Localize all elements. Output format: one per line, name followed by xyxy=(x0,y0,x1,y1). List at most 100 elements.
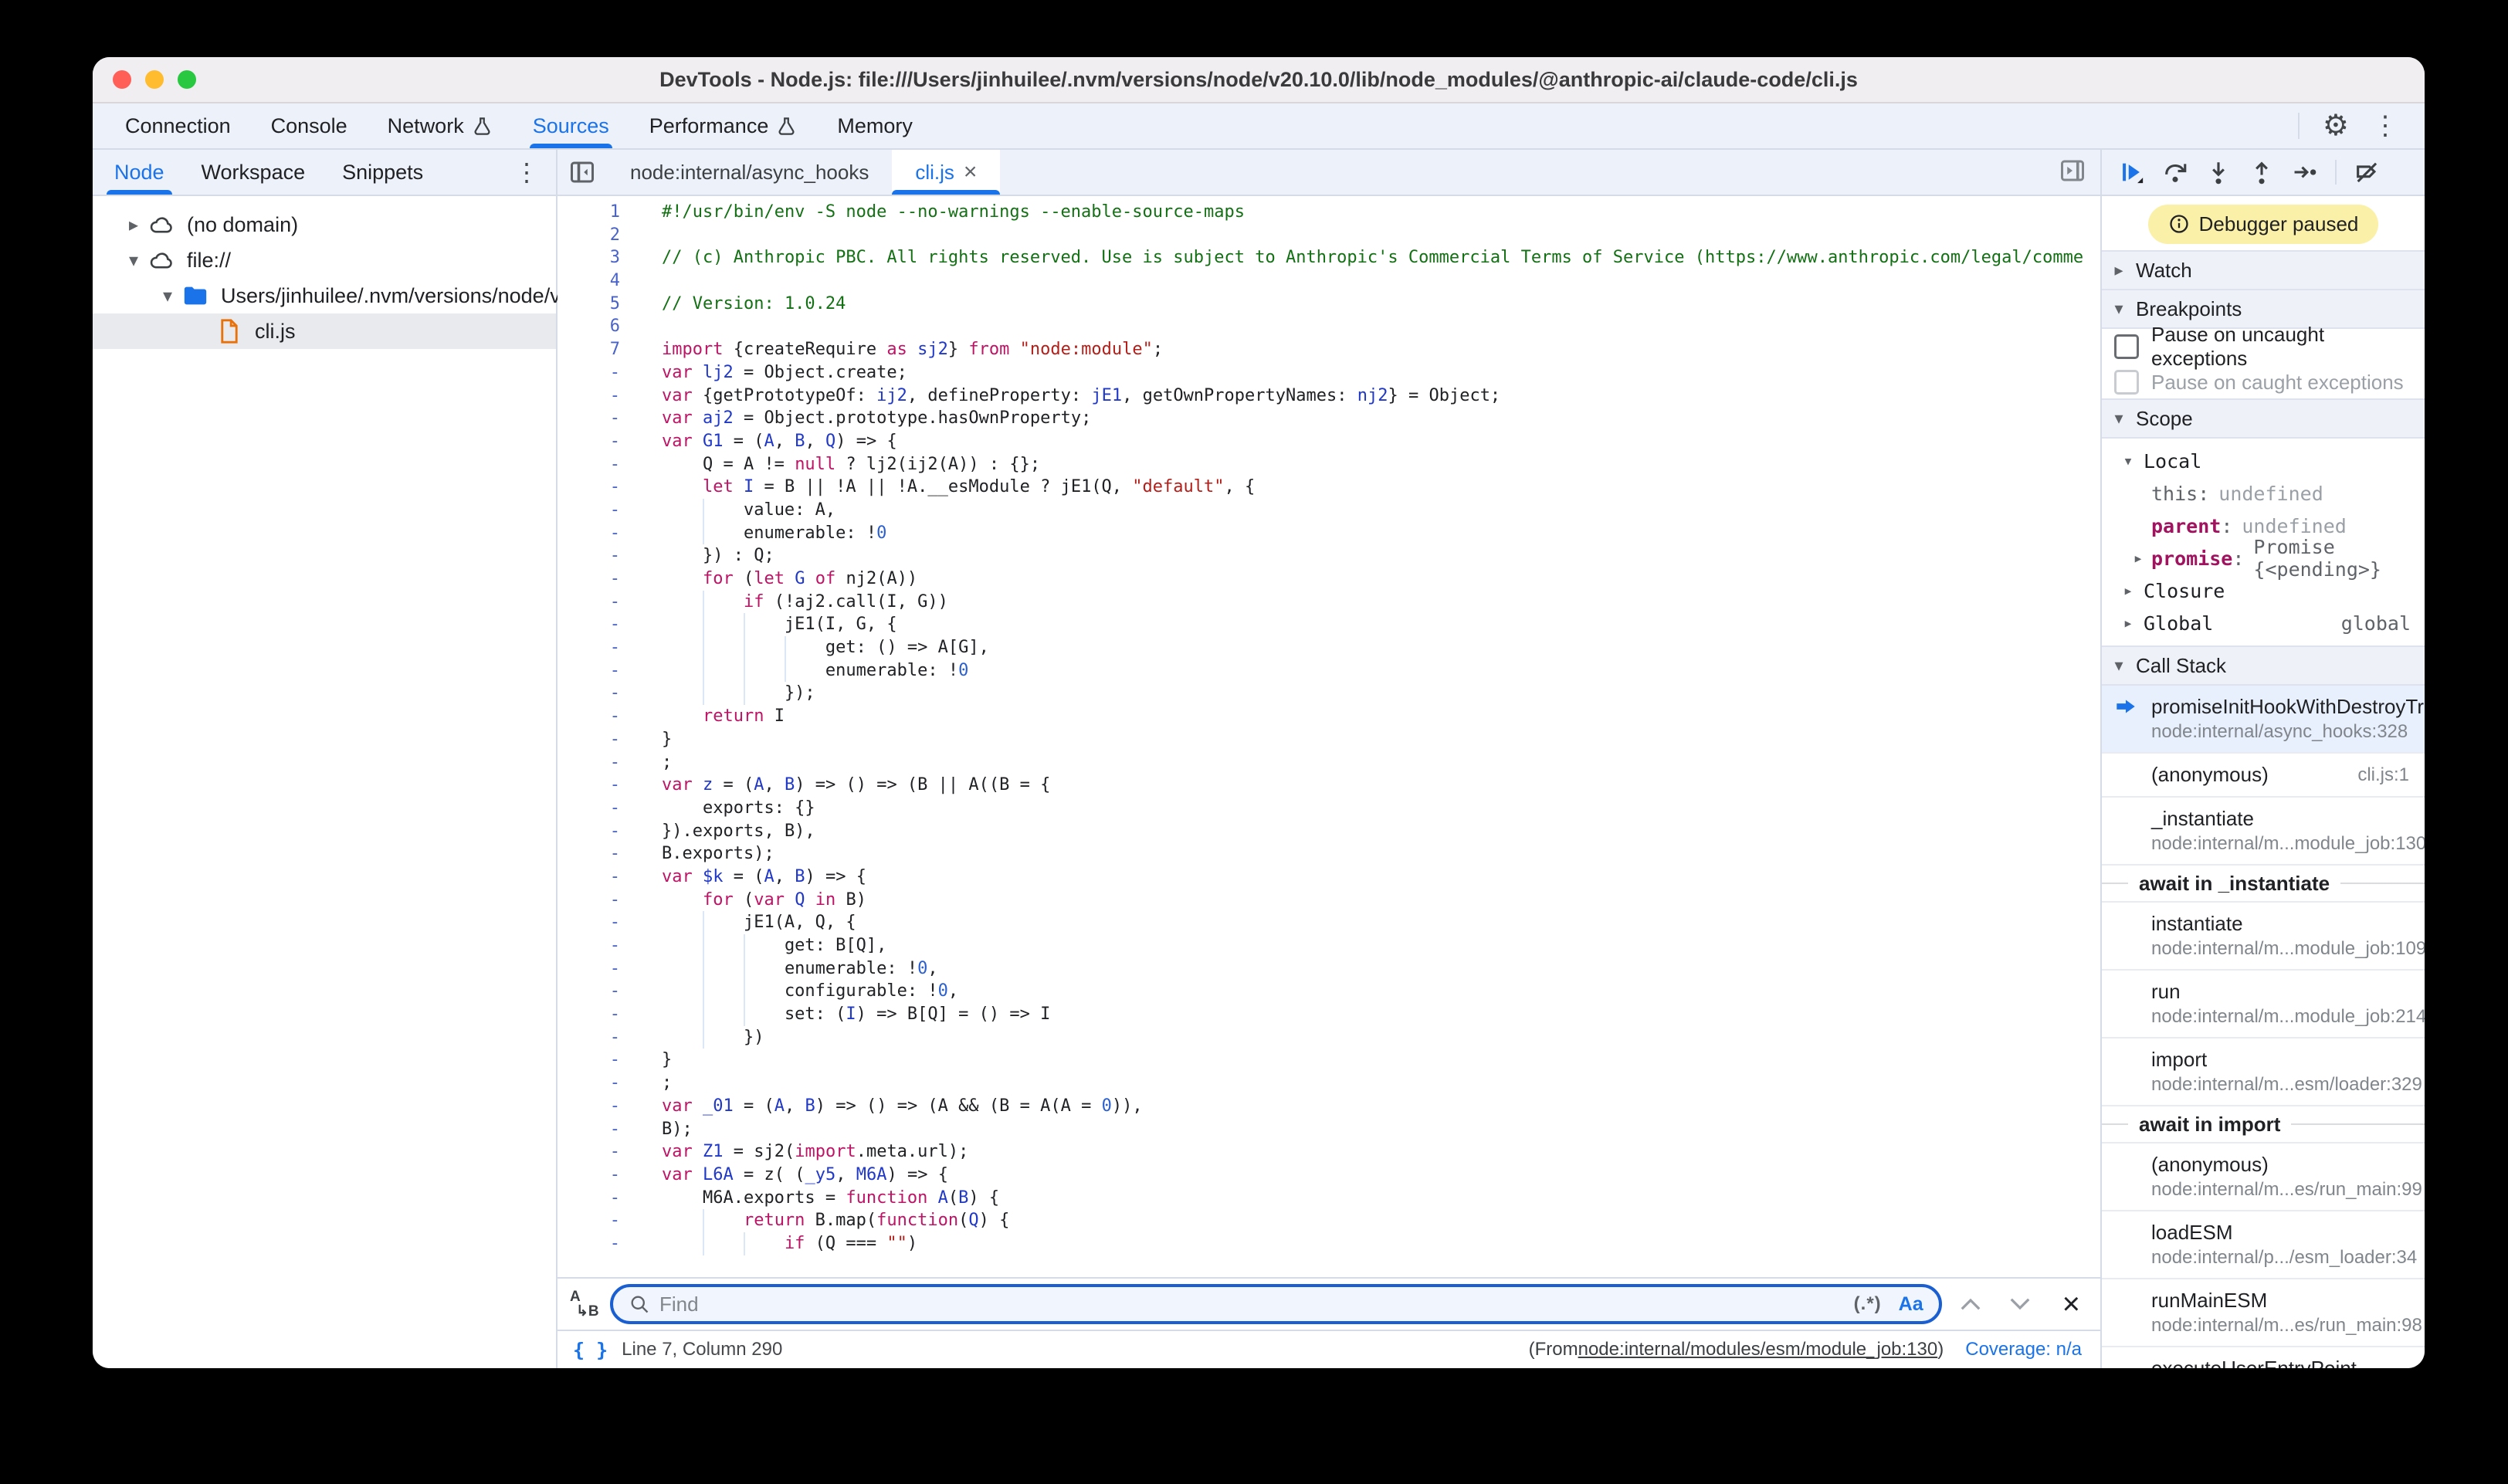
line-number-gutter[interactable]: - xyxy=(558,1095,631,1118)
find-next-button[interactable] xyxy=(2008,1296,2032,1312)
scope-section-header[interactable]: ▾ Scope xyxy=(2102,398,2425,439)
tree-item--no-domain-[interactable]: ▸(no domain) xyxy=(93,207,556,242)
call-stack-frame[interactable]: executeUserEntryPointnode:internal/m...s… xyxy=(2102,1346,2425,1368)
line-number-gutter[interactable]: - xyxy=(558,980,631,1003)
zoom-window-button[interactable] xyxy=(178,70,196,89)
line-number-gutter[interactable]: - xyxy=(558,1187,631,1210)
step-out-button[interactable] xyxy=(2249,159,2275,185)
line-number-gutter[interactable]: 3 xyxy=(558,246,631,269)
chevron-down-icon[interactable]: ▾ xyxy=(120,249,147,272)
chevron-right-icon[interactable]: ▸ xyxy=(2113,614,2144,633)
settings-gear-icon[interactable]: ⚙ xyxy=(2323,111,2349,141)
checkbox[interactable] xyxy=(2114,370,2139,395)
scope-group-local[interactable]: ▾Local xyxy=(2102,445,2425,477)
line-number-gutter[interactable]: - xyxy=(558,728,631,751)
line-number-gutter[interactable]: - xyxy=(558,1049,631,1072)
line-number-gutter[interactable]: - xyxy=(558,889,631,912)
chevron-down-icon[interactable]: ▾ xyxy=(2113,452,2144,471)
tree-item-cli-js[interactable]: cli.js xyxy=(93,313,556,349)
line-number-gutter[interactable]: - xyxy=(558,911,631,934)
step-button[interactable] xyxy=(2292,159,2318,185)
tree-item-users-jinhuilee-nvm-versions-node-v2-[interactable]: ▾Users/jinhuilee/.nvm/versions/node/v2..… xyxy=(93,278,556,313)
line-number-gutter[interactable]: - xyxy=(558,957,631,981)
line-number-gutter[interactable]: - xyxy=(558,430,631,453)
line-number-gutter[interactable]: - xyxy=(558,1072,631,1095)
line-number-gutter[interactable]: 6 xyxy=(558,315,631,338)
scope-group-global[interactable]: ▸Globalglobal xyxy=(2102,607,2425,639)
step-over-button[interactable] xyxy=(2162,159,2188,185)
line-number-gutter[interactable]: - xyxy=(558,751,631,774)
tab-memory[interactable]: Memory xyxy=(817,103,933,148)
line-number-gutter[interactable]: - xyxy=(558,361,631,385)
find-close-icon[interactable]: × xyxy=(2062,1289,2080,1320)
resume-button[interactable] xyxy=(2119,159,2145,185)
tree-item-file-[interactable]: ▾file:// xyxy=(93,242,556,278)
call-stack-frame[interactable]: (anonymous)node:internal/m...es/run_main… xyxy=(2102,1142,2425,1210)
line-number-gutter[interactable]: - xyxy=(558,797,631,820)
find-input[interactable]: Find (.*) Aa xyxy=(610,1284,1942,1324)
call-stack-section-header[interactable]: ▾ Call Stack xyxy=(2102,645,2425,686)
line-number-gutter[interactable]: - xyxy=(558,1140,631,1164)
line-number-gutter[interactable]: - xyxy=(558,476,631,499)
watch-section-header[interactable]: ▸ Watch xyxy=(2102,250,2425,290)
line-number-gutter[interactable]: 1 xyxy=(558,201,631,224)
call-stack-frame[interactable]: importnode:internal/m...esm/loader:329 xyxy=(2102,1037,2425,1105)
call-stack-frame[interactable]: (anonymous)cli.js:1 xyxy=(2102,752,2425,796)
editor-tab-cli-js[interactable]: cli.js× xyxy=(892,150,1000,195)
line-number-gutter[interactable]: - xyxy=(558,591,631,614)
minimize-window-button[interactable] xyxy=(145,70,164,89)
tab-connection[interactable]: Connection xyxy=(105,103,251,148)
navigator-tab-workspace[interactable]: Workspace xyxy=(183,150,324,195)
more-options-icon[interactable]: ⋮ xyxy=(2372,113,2398,139)
line-number-gutter[interactable]: 5 xyxy=(558,293,631,316)
line-number-gutter[interactable]: - xyxy=(558,866,631,889)
tab-network[interactable]: Network xyxy=(368,103,513,148)
chevron-down-icon[interactable]: ▾ xyxy=(154,285,181,307)
call-stack-frame[interactable]: loadESMnode:internal/p.../esm_loader:34 xyxy=(2102,1210,2425,1278)
line-number-gutter[interactable]: - xyxy=(558,1232,631,1255)
code-editor[interactable]: 1#!/usr/bin/env -S node --no-warnings --… xyxy=(558,196,2100,1277)
regex-toggle[interactable]: (.*) xyxy=(1854,1293,1882,1315)
call-stack-frame[interactable]: _instantiatenode:internal/m...module_job… xyxy=(2102,796,2425,864)
pretty-print-icon[interactable]: { } xyxy=(573,1339,608,1361)
line-number-gutter[interactable]: - xyxy=(558,544,631,568)
navigator-tab-node[interactable]: Node xyxy=(96,150,183,195)
close-window-button[interactable] xyxy=(113,70,131,89)
line-number-gutter[interactable]: - xyxy=(558,1118,631,1141)
find-replace-icon[interactable]: A↳B xyxy=(570,1289,604,1319)
line-number-gutter[interactable]: - xyxy=(558,1209,631,1232)
tab-sources[interactable]: Sources xyxy=(513,103,629,148)
source-map-link[interactable]: node:internal/modules/esm/module_job:130 xyxy=(1578,1339,1938,1360)
checkbox[interactable] xyxy=(2114,334,2139,359)
navigator-tab-snippets[interactable]: Snippets xyxy=(324,150,442,195)
match-case-toggle[interactable]: Aa xyxy=(1899,1293,1923,1316)
line-number-gutter[interactable]: - xyxy=(558,659,631,683)
coverage-link[interactable]: Coverage: n/a xyxy=(1965,1339,2082,1360)
line-number-gutter[interactable]: - xyxy=(558,934,631,957)
line-number-gutter[interactable]: - xyxy=(558,453,631,476)
line-number-gutter[interactable]: - xyxy=(558,682,631,705)
scope-variable-this[interactable]: this:undefined xyxy=(2102,477,2425,510)
line-number-gutter[interactable]: - xyxy=(558,522,631,545)
call-stack-frame[interactable]: runnode:internal/m...module_job:214 xyxy=(2102,969,2425,1037)
deactivate-breakpoints-button[interactable] xyxy=(2354,159,2380,185)
step-into-button[interactable] xyxy=(2205,159,2232,185)
line-number-gutter[interactable]: - xyxy=(558,705,631,728)
line-number-gutter[interactable]: - xyxy=(558,568,631,591)
line-number-gutter[interactable]: - xyxy=(558,820,631,843)
collapse-navigator-icon[interactable] xyxy=(558,150,607,195)
chevron-right-icon[interactable]: ▸ xyxy=(2125,549,2151,568)
line-number-gutter[interactable]: - xyxy=(558,1164,631,1187)
find-previous-button[interactable] xyxy=(1959,1296,1982,1312)
line-number-gutter[interactable]: - xyxy=(558,1003,631,1026)
line-number-gutter[interactable]: - xyxy=(558,1026,631,1049)
navigator-more-options-icon[interactable]: ⋮ xyxy=(514,150,556,195)
tab-console[interactable]: Console xyxy=(251,103,368,148)
line-number-gutter[interactable]: - xyxy=(558,774,631,797)
line-number-gutter[interactable]: - xyxy=(558,407,631,430)
close-tab-icon[interactable]: × xyxy=(964,159,978,185)
line-number-gutter[interactable]: - xyxy=(558,499,631,522)
call-stack-frame[interactable]: promiseInitHookWithDestroyTr...node:inte… xyxy=(2102,686,2425,752)
line-number-gutter[interactable]: - xyxy=(558,842,631,866)
editor-tab-node-internal-async-hooks[interactable]: node:internal/async_hooks xyxy=(607,150,892,195)
